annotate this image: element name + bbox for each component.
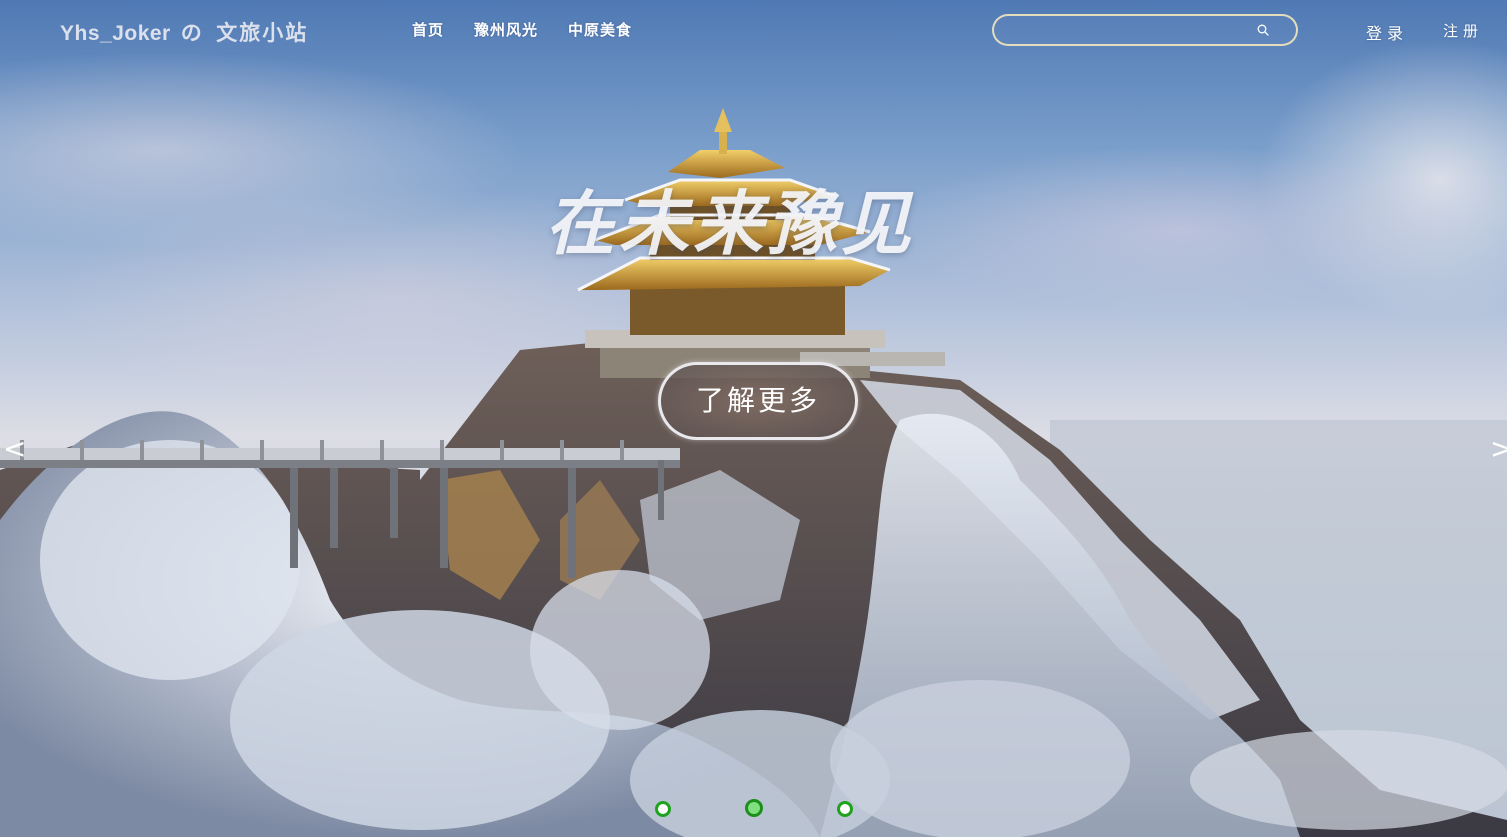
- carousel-dot-2[interactable]: [745, 799, 763, 817]
- menu-item-food[interactable]: 中原美食: [568, 19, 632, 40]
- menu-item-home[interactable]: 首页: [412, 19, 444, 40]
- carousel-next-arrow[interactable]: >: [1490, 432, 1507, 465]
- top-nav: Yhs_Joker の文旅小站 首页 豫州风光 中原美食 登录 注册: [0, 0, 1507, 60]
- learn-more-button[interactable]: 了解更多: [658, 362, 858, 440]
- search-icon[interactable]: [1257, 24, 1269, 36]
- carousel-dot-1[interactable]: [655, 801, 671, 817]
- carousel-dot-3[interactable]: [837, 801, 853, 817]
- site-brand[interactable]: Yhs_Joker の文旅小站: [60, 17, 308, 47]
- hero-headline: 在未来豫见: [545, 182, 915, 265]
- carousel-indicators: [0, 798, 1507, 818]
- search-box: [992, 14, 1298, 46]
- main-menu: 首页 豫州风光 中原美食: [412, 19, 662, 40]
- menu-item-scenery[interactable]: 豫州风光: [474, 19, 538, 40]
- hero-banner: Yhs_Joker の文旅小站 首页 豫州风光 中原美食 登录 注册 在未来豫见 …: [0, 0, 1507, 837]
- brand-name: Yhs_Joker: [60, 22, 171, 45]
- register-link[interactable]: 注册: [1443, 20, 1483, 41]
- search-input[interactable]: [1008, 20, 1252, 42]
- login-link[interactable]: 登录: [1366, 20, 1408, 44]
- carousel-prev-arrow[interactable]: <: [3, 432, 26, 465]
- brand-site-name: 文旅小站: [216, 22, 309, 45]
- brand-separator: の: [180, 22, 203, 45]
